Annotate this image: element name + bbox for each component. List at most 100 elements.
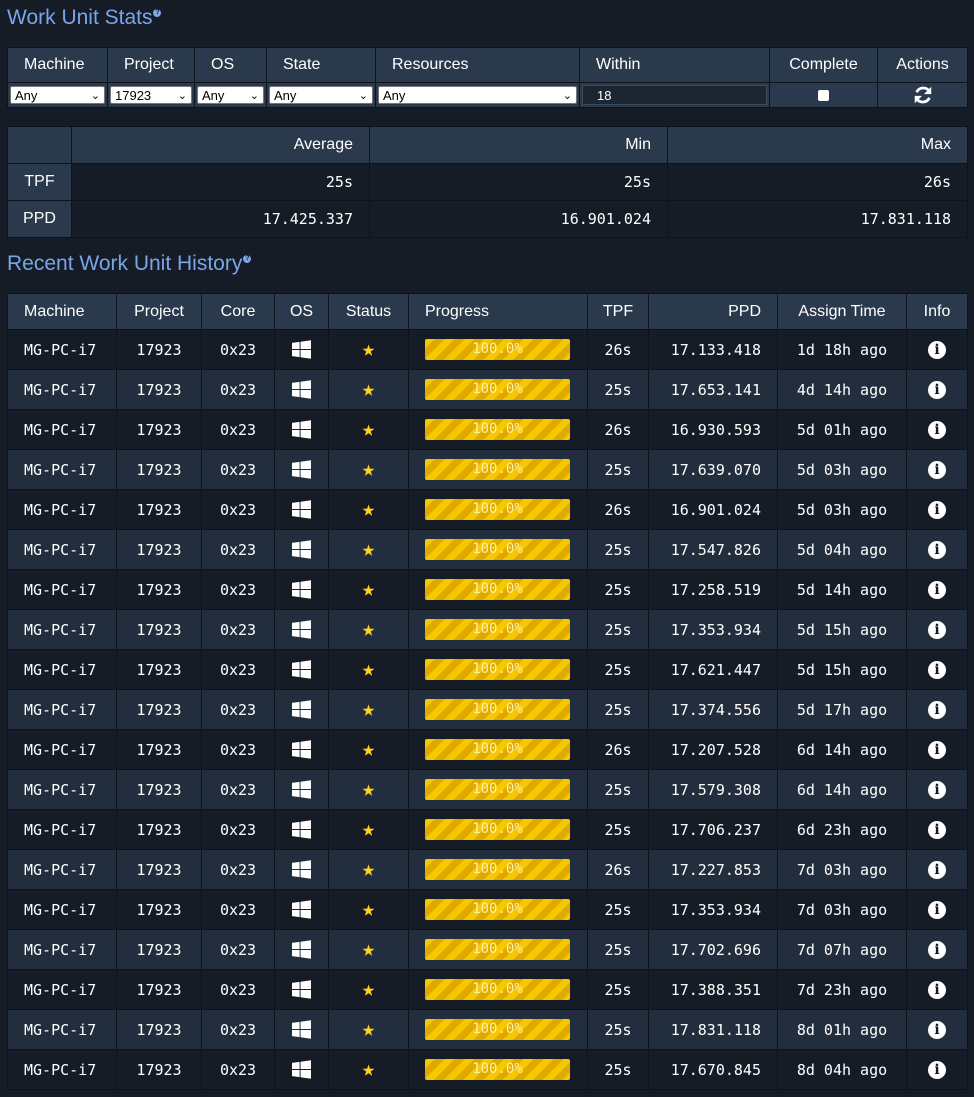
chevron-down-icon: ⌄ <box>249 90 259 102</box>
info-icon[interactable]: i <box>928 341 946 359</box>
info-icon[interactable]: i <box>928 541 946 559</box>
info-icon[interactable]: i <box>928 941 946 959</box>
row-progress: 100.0% <box>408 609 588 650</box>
row-machine: MG-PC-i7 <box>7 369 117 410</box>
windows-icon <box>292 940 311 959</box>
filter-header-complete: Complete <box>769 47 878 83</box>
table-row: MG-PC-i7 17923 0x23 ★ 100.0% 25s 17.706.237 6d … <box>7 809 968 850</box>
row-os <box>274 329 329 370</box>
row-core: 0x23 <box>201 729 275 770</box>
table-row: MG-PC-i7 17923 0x23 ★ 100.0% 26s 17.227.853 7d … <box>7 849 968 890</box>
row-status: ★ <box>328 489 409 530</box>
info-icon[interactable]: i <box>928 901 946 919</box>
row-core: 0x23 <box>201 809 275 850</box>
stats-ppd-min: 16.901.024 <box>369 200 668 238</box>
row-core: 0x23 <box>201 1049 275 1090</box>
star-icon: ★ <box>361 816 376 842</box>
row-project: 17923 <box>116 929 202 970</box>
row-ppd: 17.227.853 <box>648 849 778 890</box>
star-icon: ★ <box>361 1016 376 1042</box>
refresh-icon[interactable] <box>912 84 934 106</box>
row-ppd: 17.353.934 <box>648 889 778 930</box>
row-os <box>274 569 329 610</box>
row-assign-time: 8d 01h ago <box>777 1009 907 1050</box>
row-os <box>274 649 329 690</box>
row-core: 0x23 <box>201 769 275 810</box>
row-info: i <box>906 569 968 610</box>
info-icon[interactable]: i <box>928 1061 946 1079</box>
info-icon[interactable]: i <box>928 381 946 399</box>
info-icon[interactable]: i <box>928 821 946 839</box>
info-icon[interactable]: i <box>928 501 946 519</box>
history-header-os: OS <box>274 293 329 330</box>
row-progress: 100.0% <box>408 649 588 690</box>
row-core: 0x23 <box>201 689 275 730</box>
progress-bar: 100.0% <box>425 419 570 440</box>
windows-icon <box>292 340 311 359</box>
row-os <box>274 449 329 490</box>
row-progress: 100.0% <box>408 409 588 450</box>
star-icon: ★ <box>361 616 376 642</box>
row-status: ★ <box>328 689 409 730</box>
resources-select-value: Any <box>383 88 406 103</box>
star-icon: ★ <box>361 656 376 682</box>
row-project: 17923 <box>116 369 202 410</box>
row-info: i <box>906 449 968 490</box>
history-body: MG-PC-i7 17923 0x23 ★ 100.0% 26s 17.133.418 1d … <box>7 329 968 1090</box>
row-core: 0x23 <box>201 529 275 570</box>
table-row: MG-PC-i7 17923 0x23 ★ 100.0% 25s 17.831.118 8d … <box>7 1009 968 1050</box>
star-icon: ★ <box>361 456 376 482</box>
stats-ppd-max: 17.831.118 <box>667 200 968 238</box>
info-icon[interactable]: i <box>928 421 946 439</box>
info-icon[interactable]: i <box>928 581 946 599</box>
row-tpf: 25s <box>587 809 649 850</box>
history-header-tpf: TPF <box>587 293 649 330</box>
row-core: 0x23 <box>201 569 275 610</box>
info-icon[interactable]: i <box>928 661 946 679</box>
info-icon[interactable]: i <box>928 741 946 759</box>
row-status: ★ <box>328 449 409 490</box>
star-icon: ★ <box>361 576 376 602</box>
table-row: MG-PC-i7 17923 0x23 ★ 100.0% 25s 17.653.141 4d … <box>7 369 968 410</box>
row-core: 0x23 <box>201 1009 275 1050</box>
row-os <box>274 809 329 850</box>
os-select[interactable]: Any ⌄ <box>197 86 264 104</box>
help-icon[interactable]: ? <box>153 9 162 17</box>
history-header-ppd: PPD <box>648 293 778 330</box>
filter-header-actions: Actions <box>877 47 968 83</box>
info-icon[interactable]: i <box>928 621 946 639</box>
row-ppd: 17.653.141 <box>648 369 778 410</box>
history-header-machine: Machine <box>7 293 117 330</box>
progress-bar: 100.0% <box>425 339 570 360</box>
resources-select[interactable]: Any ⌄ <box>378 86 577 104</box>
row-machine: MG-PC-i7 <box>7 649 117 690</box>
row-machine: MG-PC-i7 <box>7 889 117 930</box>
help-icon[interactable]: ? <box>243 255 252 263</box>
star-icon: ★ <box>361 896 376 922</box>
row-info: i <box>906 889 968 930</box>
row-ppd: 17.133.418 <box>648 329 778 370</box>
info-icon[interactable]: i <box>928 701 946 719</box>
within-input[interactable]: 18 <box>582 85 767 105</box>
row-machine: MG-PC-i7 <box>7 329 117 370</box>
star-icon: ★ <box>361 1056 376 1082</box>
state-select[interactable]: Any ⌄ <box>269 86 373 104</box>
filter-header-resources: Resources <box>375 47 580 83</box>
info-icon[interactable]: i <box>928 781 946 799</box>
row-status: ★ <box>328 329 409 370</box>
progress-bar: 100.0% <box>425 539 570 560</box>
chevron-down-icon: ⌄ <box>177 90 187 102</box>
row-progress: 100.0% <box>408 329 588 370</box>
row-ppd: 16.901.024 <box>648 489 778 530</box>
progress-bar: 100.0% <box>425 939 570 960</box>
info-icon[interactable]: i <box>928 1021 946 1039</box>
info-icon[interactable]: i <box>928 461 946 479</box>
row-assign-time: 5d 14h ago <box>777 569 907 610</box>
info-icon[interactable]: i <box>928 981 946 999</box>
project-select[interactable]: 17923 ⌄ <box>110 86 192 104</box>
complete-checkbox[interactable] <box>818 89 829 101</box>
row-status: ★ <box>328 529 409 570</box>
table-row: MG-PC-i7 17923 0x23 ★ 100.0% 25s 17.702.696 7d … <box>7 929 968 970</box>
machine-select[interactable]: Any ⌄ <box>10 86 105 104</box>
info-icon[interactable]: i <box>928 861 946 879</box>
